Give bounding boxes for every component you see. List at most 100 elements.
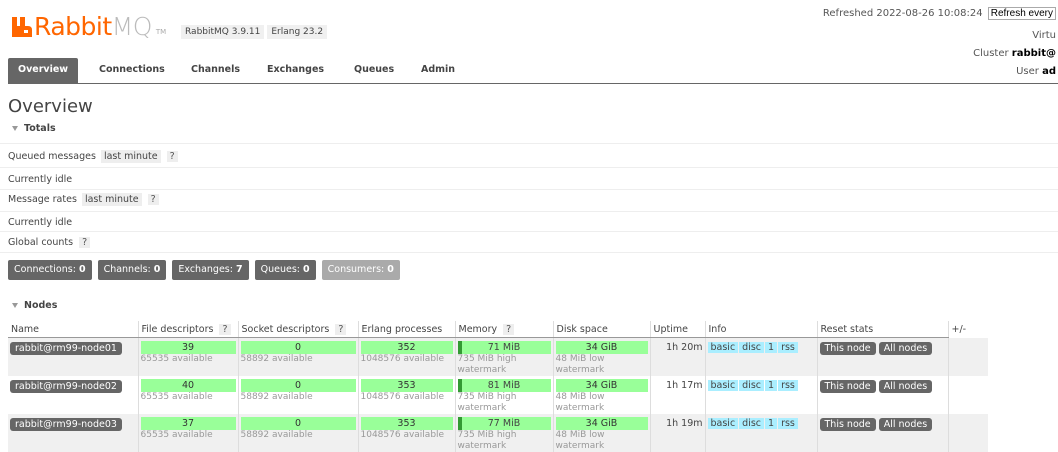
columns-toggle[interactable]: +/- bbox=[948, 321, 988, 338]
socket-descriptors-available: 58892 available bbox=[240, 430, 313, 440]
node-name-cell: rabbit@rm99-node02 bbox=[8, 376, 139, 414]
nodes-section-toggle[interactable]: Nodes bbox=[12, 300, 57, 311]
memory-watermark: 735 MiB high watermark bbox=[457, 392, 517, 413]
global-counts-row: Global counts ? bbox=[8, 237, 91, 248]
reset-all-nodes-button[interactable]: All nodes bbox=[878, 418, 933, 431]
collapse-triangle-icon bbox=[12, 126, 18, 131]
info-tag-1[interactable]: 1 bbox=[765, 380, 778, 391]
reset-this-node-button[interactable]: This node bbox=[819, 380, 876, 393]
rabbitmq-logo[interactable]: RabbitMQ TM bbox=[12, 14, 166, 40]
disk-watermark: 48 MiB low watermark bbox=[555, 354, 605, 375]
uptime-value: 1h 20m bbox=[666, 342, 703, 353]
memory-cell: 81 MiB 735 MiB high watermark bbox=[455, 376, 554, 414]
col-erlang-processes[interactable]: Erlang processes bbox=[358, 321, 456, 338]
reset-this-node-button[interactable]: This node bbox=[819, 418, 876, 431]
refresh-interval-select[interactable]: Refresh every bbox=[987, 7, 1056, 20]
reset-stats-cell: This node All nodes bbox=[817, 376, 949, 414]
info-tag-rss[interactable]: rss bbox=[778, 380, 798, 391]
reset-this-node-button[interactable]: This node bbox=[819, 342, 876, 355]
message-rates-label: Message rates bbox=[8, 194, 77, 205]
memory-bar: 71 MiB bbox=[457, 341, 551, 354]
rates-help-icon[interactable]: ? bbox=[147, 194, 159, 205]
tab-overview[interactable]: Overview bbox=[8, 58, 79, 83]
global-counts-help-icon[interactable]: ? bbox=[79, 237, 91, 248]
erlang-processes-cell: 352 1048576 available bbox=[358, 337, 456, 376]
logo-text: RabbitMQ bbox=[34, 12, 152, 41]
file-descriptors-bar: 37 bbox=[140, 417, 236, 430]
memory-watermark: 735 MiB high watermark bbox=[457, 354, 517, 375]
node-link[interactable]: rabbit@rm99-node01 bbox=[10, 342, 122, 355]
rabbit-logo-icon bbox=[12, 17, 32, 37]
col-disk-space[interactable]: Disk space bbox=[553, 321, 651, 338]
info-tag-basic[interactable]: basic bbox=[707, 342, 739, 353]
tab-channels[interactable]: Channels bbox=[191, 58, 240, 83]
virtual-host-label[interactable]: Virtu bbox=[1032, 30, 1056, 41]
col-memory[interactable]: Memory ? bbox=[455, 321, 554, 338]
rabbitmq-version: RabbitMQ 3.9.11 bbox=[181, 25, 265, 39]
col-file-descriptors[interactable]: File descriptors ? bbox=[138, 321, 239, 338]
uptime-cell: 1h 20m bbox=[650, 337, 706, 376]
reset-all-nodes-button[interactable]: All nodes bbox=[878, 342, 933, 355]
tab-exchanges[interactable]: Exchanges bbox=[267, 58, 324, 83]
col-uptime[interactable]: Uptime bbox=[650, 321, 706, 338]
totals-section-toggle[interactable]: Totals bbox=[12, 123, 56, 134]
channels-count-button[interactable]: Channels: 0 bbox=[97, 260, 167, 280]
global-counts: Connections: 0 Channels: 0 Exchanges: 7 … bbox=[8, 260, 400, 280]
info-tag-basic[interactable]: basic bbox=[707, 418, 739, 429]
info-tag-1[interactable]: 1 bbox=[765, 418, 778, 429]
info-tag-disc[interactable]: disc bbox=[739, 342, 765, 353]
tab-queues[interactable]: Queues bbox=[354, 58, 394, 83]
node-name-cell: rabbit@rm99-node03 bbox=[8, 414, 139, 452]
queues-count-button[interactable]: Queues: 0 bbox=[254, 260, 316, 280]
reset-all-nodes-button[interactable]: All nodes bbox=[878, 380, 933, 393]
queued-idle-text: Currently idle bbox=[8, 174, 73, 185]
main-nav-tabs: Overview Connections Channels Exchanges … bbox=[8, 58, 1058, 84]
memory-cell: 71 MiB 735 MiB high watermark bbox=[455, 337, 554, 376]
file-descriptors-available: 65535 available bbox=[140, 430, 213, 440]
node-link[interactable]: rabbit@rm99-node02 bbox=[10, 380, 122, 393]
consumers-count-button[interactable]: Consumers: 0 bbox=[321, 260, 400, 280]
node-link[interactable]: rabbit@rm99-node03 bbox=[10, 418, 122, 431]
table-row: rabbit@rm99-node01 39 65535 available 0 5889… bbox=[8, 337, 988, 376]
socket-descriptors-cell: 0 58892 available bbox=[238, 414, 359, 452]
erlang-processes-cell: 353 1048576 available bbox=[358, 414, 456, 452]
disk-space-cell: 34 GiB 48 MiB low watermark bbox=[553, 337, 651, 376]
node-name-cell: rabbit@rm99-node01 bbox=[8, 337, 139, 376]
info-tag-rss[interactable]: rss bbox=[778, 342, 798, 353]
socket-descriptors-available: 58892 available bbox=[240, 354, 313, 364]
queued-help-icon[interactable]: ? bbox=[166, 151, 178, 162]
connections-count-button[interactable]: Connections: 0 bbox=[8, 260, 92, 280]
rates-idle-text: Currently idle bbox=[8, 217, 73, 228]
info-cell: basic disc 1 rss bbox=[705, 337, 818, 376]
collapse-triangle-icon bbox=[12, 303, 18, 308]
queued-messages-row: Queued messages last minute ? bbox=[8, 150, 178, 163]
info-tag-1[interactable]: 1 bbox=[765, 342, 778, 353]
file-descriptors-bar: 39 bbox=[140, 341, 236, 354]
global-counts-label: Global counts bbox=[8, 237, 74, 248]
nodes-table: Name File descriptors ? Socket descripto… bbox=[8, 321, 988, 452]
rates-range-selector[interactable]: last minute bbox=[81, 193, 142, 206]
col-name[interactable]: Name bbox=[8, 321, 139, 338]
col-info[interactable]: Info bbox=[705, 321, 818, 338]
socket-descriptors-cell: 0 58892 available bbox=[238, 337, 359, 376]
tab-admin[interactable]: Admin bbox=[421, 58, 455, 83]
col-socket-descriptors[interactable]: Socket descriptors ? bbox=[238, 321, 359, 338]
erlang-processes-bar: 353 bbox=[360, 417, 453, 430]
col-reset-stats[interactable]: Reset stats bbox=[817, 321, 949, 338]
exchanges-count-button[interactable]: Exchanges: 7 bbox=[172, 260, 249, 280]
queued-range-selector[interactable]: last minute bbox=[100, 150, 161, 163]
file-descriptors-available: 65535 available bbox=[140, 392, 213, 402]
info-tag-rss[interactable]: rss bbox=[778, 418, 798, 429]
file-descriptors-cell: 39 65535 available bbox=[138, 337, 239, 376]
socket-descriptors-bar: 0 bbox=[240, 417, 356, 430]
message-rates-row: Message rates last minute ? bbox=[8, 193, 159, 206]
uptime-cell: 1h 19m bbox=[650, 414, 706, 452]
help-icon[interactable]: ? bbox=[219, 323, 231, 335]
tab-connections[interactable]: Connections bbox=[99, 58, 165, 83]
help-icon[interactable]: ? bbox=[503, 323, 515, 335]
info-tag-disc[interactable]: disc bbox=[739, 418, 765, 429]
help-icon[interactable]: ? bbox=[335, 323, 347, 335]
info-tag-disc[interactable]: disc bbox=[739, 380, 765, 391]
info-tag-basic[interactable]: basic bbox=[707, 380, 739, 391]
disk-space-bar: 34 GiB bbox=[555, 341, 648, 354]
